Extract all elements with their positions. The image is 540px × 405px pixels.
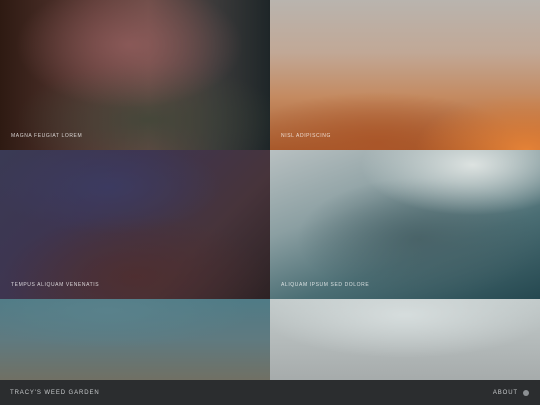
- gallery-tile-5[interactable]: [0, 299, 270, 380]
- tile-caption: ALIQUAM IPSUM SED DOLORE: [281, 282, 370, 288]
- thumbnail-grid: MAGNA FEUGIAT LOREM NISL ADIPISCING TEMP…: [0, 0, 540, 380]
- about-button[interactable]: ABOUT: [492, 389, 529, 396]
- tile-caption: NISL ADIPISCING: [281, 133, 331, 139]
- gallery-tile-2[interactable]: NISL ADIPISCING: [270, 0, 540, 150]
- gallery-tile-6[interactable]: [270, 299, 540, 380]
- tile-caption: TEMPUS ALIQUAM VENENATIS: [11, 282, 100, 288]
- gallery-tile-4[interactable]: ALIQUAM IPSUM SED DOLORE: [270, 150, 540, 299]
- footer-bar: TRACY'S WEED GARDEN ABOUT: [0, 380, 540, 405]
- gallery-tile-1[interactable]: MAGNA FEUGIAT LOREM: [0, 0, 270, 150]
- gallery-tile-3[interactable]: TEMPUS ALIQUAM VENENATIS: [0, 150, 270, 299]
- site-title-link[interactable]: TRACY'S WEED GARDEN: [10, 390, 100, 396]
- circle-icon: [523, 389, 529, 396]
- page: MAGNA FEUGIAT LOREM NISL ADIPISCING TEMP…: [0, 0, 540, 405]
- tile-caption: MAGNA FEUGIAT LOREM: [11, 133, 83, 139]
- about-label: ABOUT: [492, 389, 518, 396]
